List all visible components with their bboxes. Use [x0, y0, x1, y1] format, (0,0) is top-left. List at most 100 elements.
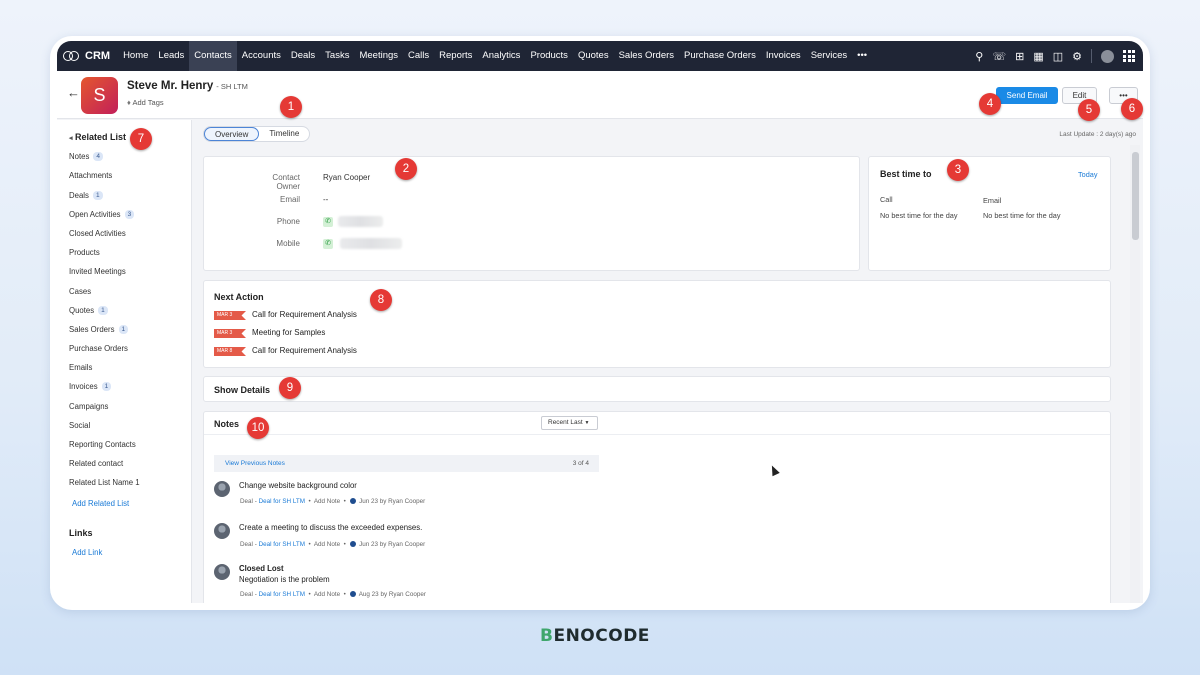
sidebar-item[interactable]: Emails [69, 363, 92, 372]
sidebar-item[interactable]: Quotes 1 [69, 306, 108, 315]
add-tags-link[interactable]: ♦ Add Tags [127, 98, 164, 107]
marketplace-icon[interactable]: ◫ [1053, 50, 1063, 63]
email-label: Email [279, 195, 300, 204]
email-value[interactable]: -- [323, 195, 328, 204]
sidebar-item-label: Emails [69, 363, 93, 372]
sidebar-item[interactable]: Reporting Contacts [69, 440, 136, 449]
nav-more-menu[interactable]: ••• [852, 41, 872, 71]
today-link[interactable]: Today [1078, 170, 1097, 179]
calendar-icon[interactable]: ▦ [1033, 50, 1043, 63]
nav-products[interactable]: Products [525, 41, 573, 71]
mobile-value-blurred [340, 238, 402, 249]
phone-call-icon[interactable]: ✆ [323, 217, 333, 227]
sidebar-item-label: Attachments [69, 171, 113, 180]
note-deal-link[interactable]: Deal for SH LTM [259, 591, 305, 598]
sidebar-item-label: Invoices [69, 382, 98, 391]
add-related-list-link[interactable]: Add Related List [72, 499, 129, 508]
note-item: Change website background color Deal - D… [214, 481, 614, 521]
sidebar-item[interactable]: Attachments [69, 171, 112, 180]
notes-title: Notes [214, 419, 240, 429]
send-email-button[interactable]: Send Email [996, 87, 1058, 104]
sidebar-item[interactable]: Notes 4 [69, 152, 103, 161]
nav-home[interactable]: Home [118, 41, 153, 71]
sidebar-item-label: Related List Name 1 [69, 478, 140, 487]
mobile-call-icon[interactable]: ✆ [323, 239, 333, 249]
count-badge: 1 [92, 191, 103, 200]
nav-tasks[interactable]: Tasks [320, 41, 354, 71]
clock-icon [350, 498, 357, 504]
nav-contacts[interactable]: Contacts [189, 41, 237, 71]
note-body: Change website background color [239, 481, 357, 490]
sidebar-item[interactable]: Sales Orders 1 [69, 325, 129, 334]
notes-sort-dropdown[interactable]: Recent Last ▼ [541, 416, 598, 430]
tag-icon: ♦ [127, 98, 131, 107]
apps-grid-icon[interactable] [1123, 50, 1135, 62]
back-arrow-icon[interactable]: ← [67, 85, 80, 100]
tab-timeline[interactable]: Timeline [259, 127, 309, 141]
add-note-link[interactable]: Add Note [314, 498, 340, 505]
next-action-item[interactable]: Call for Requirement Analysis [252, 346, 357, 355]
search-icon[interactable]: ⚲ [975, 50, 983, 63]
notes-divider [204, 434, 1110, 435]
collapse-icon[interactable]: ◂ [69, 135, 73, 142]
nav-reports[interactable]: Reports [434, 41, 477, 71]
sidebar-item[interactable]: Invited Meetings [69, 267, 126, 276]
nav-analytics[interactable]: Analytics [477, 41, 525, 71]
sidebar-item-label: Cases [69, 287, 92, 296]
note-deal-link[interactable]: Deal for SH LTM [259, 498, 305, 505]
sidebar-item[interactable]: Open Activities 3 [69, 210, 135, 219]
related-list-title: ◂ Related List [69, 132, 127, 142]
user-avatar-icon[interactable] [1101, 49, 1114, 63]
add-record-icon[interactable]: ⊞ [1015, 50, 1024, 63]
crm-logo-icon [63, 51, 81, 61]
show-details-bar[interactable]: Show Details [203, 376, 1111, 402]
contact-account[interactable]: - SH LTM [216, 82, 248, 91]
nav-quotes[interactable]: Quotes [573, 41, 614, 71]
sidebar-item[interactable]: Cases [69, 287, 91, 296]
next-action-item[interactable]: Call for Requirement Analysis [252, 310, 357, 319]
sidebar-item[interactable]: Purchase Orders [69, 344, 128, 353]
contact-name-row: Steve Mr. Henry - SH LTM [127, 80, 248, 92]
add-link[interactable]: Add Link [72, 548, 102, 557]
gear-icon[interactable]: ⚙ [1072, 50, 1082, 63]
nav-meetings[interactable]: Meetings [354, 41, 403, 71]
count-badge: 3 [124, 210, 135, 219]
add-note-link[interactable]: Add Note [314, 541, 340, 548]
author-avatar [214, 523, 230, 539]
add-note-link[interactable]: Add Note [314, 591, 340, 598]
crm-logo[interactable]: CRM [57, 50, 118, 62]
note-deal-link[interactable]: Deal for SH LTM [259, 541, 305, 548]
scrollbar-thumb[interactable] [1132, 152, 1139, 240]
sidebar-item-label: Deals [69, 191, 89, 200]
bell-icon[interactable]: ☏ [992, 50, 1006, 63]
call-label: Call [880, 195, 893, 204]
sidebar-item[interactable]: Related List Name 1 [69, 478, 140, 487]
nav-sales-orders[interactable]: Sales Orders [614, 41, 679, 71]
next-action-item[interactable]: Meeting for Samples [252, 328, 325, 337]
note-item: Closed Lost Negotiation is the problem D… [214, 564, 614, 603]
sidebar-item-label: Purchase Orders [69, 344, 128, 353]
sidebar-item[interactable]: Social [69, 421, 90, 430]
author-avatar [214, 564, 230, 580]
count-badge: 1 [98, 306, 108, 315]
nav-invoices[interactable]: Invoices [761, 41, 806, 71]
sidebar-item[interactable]: Invoices 1 [69, 382, 112, 391]
owner-value[interactable]: Ryan Cooper [323, 173, 370, 182]
callout-badge: 7 [130, 128, 152, 150]
sidebar-item[interactable]: Deals 1 [69, 191, 103, 200]
sidebar-item[interactable]: Campaigns [69, 402, 108, 411]
sidebar-item[interactable]: Related contact [69, 459, 123, 468]
sidebar-item[interactable]: Products [69, 248, 100, 257]
nav-leads[interactable]: Leads [153, 41, 189, 71]
nav-accounts[interactable]: Accounts [237, 41, 286, 71]
tab-overview[interactable]: Overview [204, 127, 260, 141]
nav-deals[interactable]: Deals [286, 41, 320, 71]
page-scrollbar[interactable] [1130, 145, 1140, 603]
sidebar-item-label: Reporting Contacts [69, 440, 136, 449]
nav-services[interactable]: Services [806, 41, 852, 71]
view-previous-notes-link[interactable]: View Previous Notes [225, 455, 285, 472]
nav-purchase-orders[interactable]: Purchase Orders [679, 41, 761, 71]
chevron-down-icon: ▼ [584, 420, 590, 426]
sidebar-item[interactable]: Closed Activities [69, 229, 126, 238]
nav-calls[interactable]: Calls [403, 41, 434, 71]
